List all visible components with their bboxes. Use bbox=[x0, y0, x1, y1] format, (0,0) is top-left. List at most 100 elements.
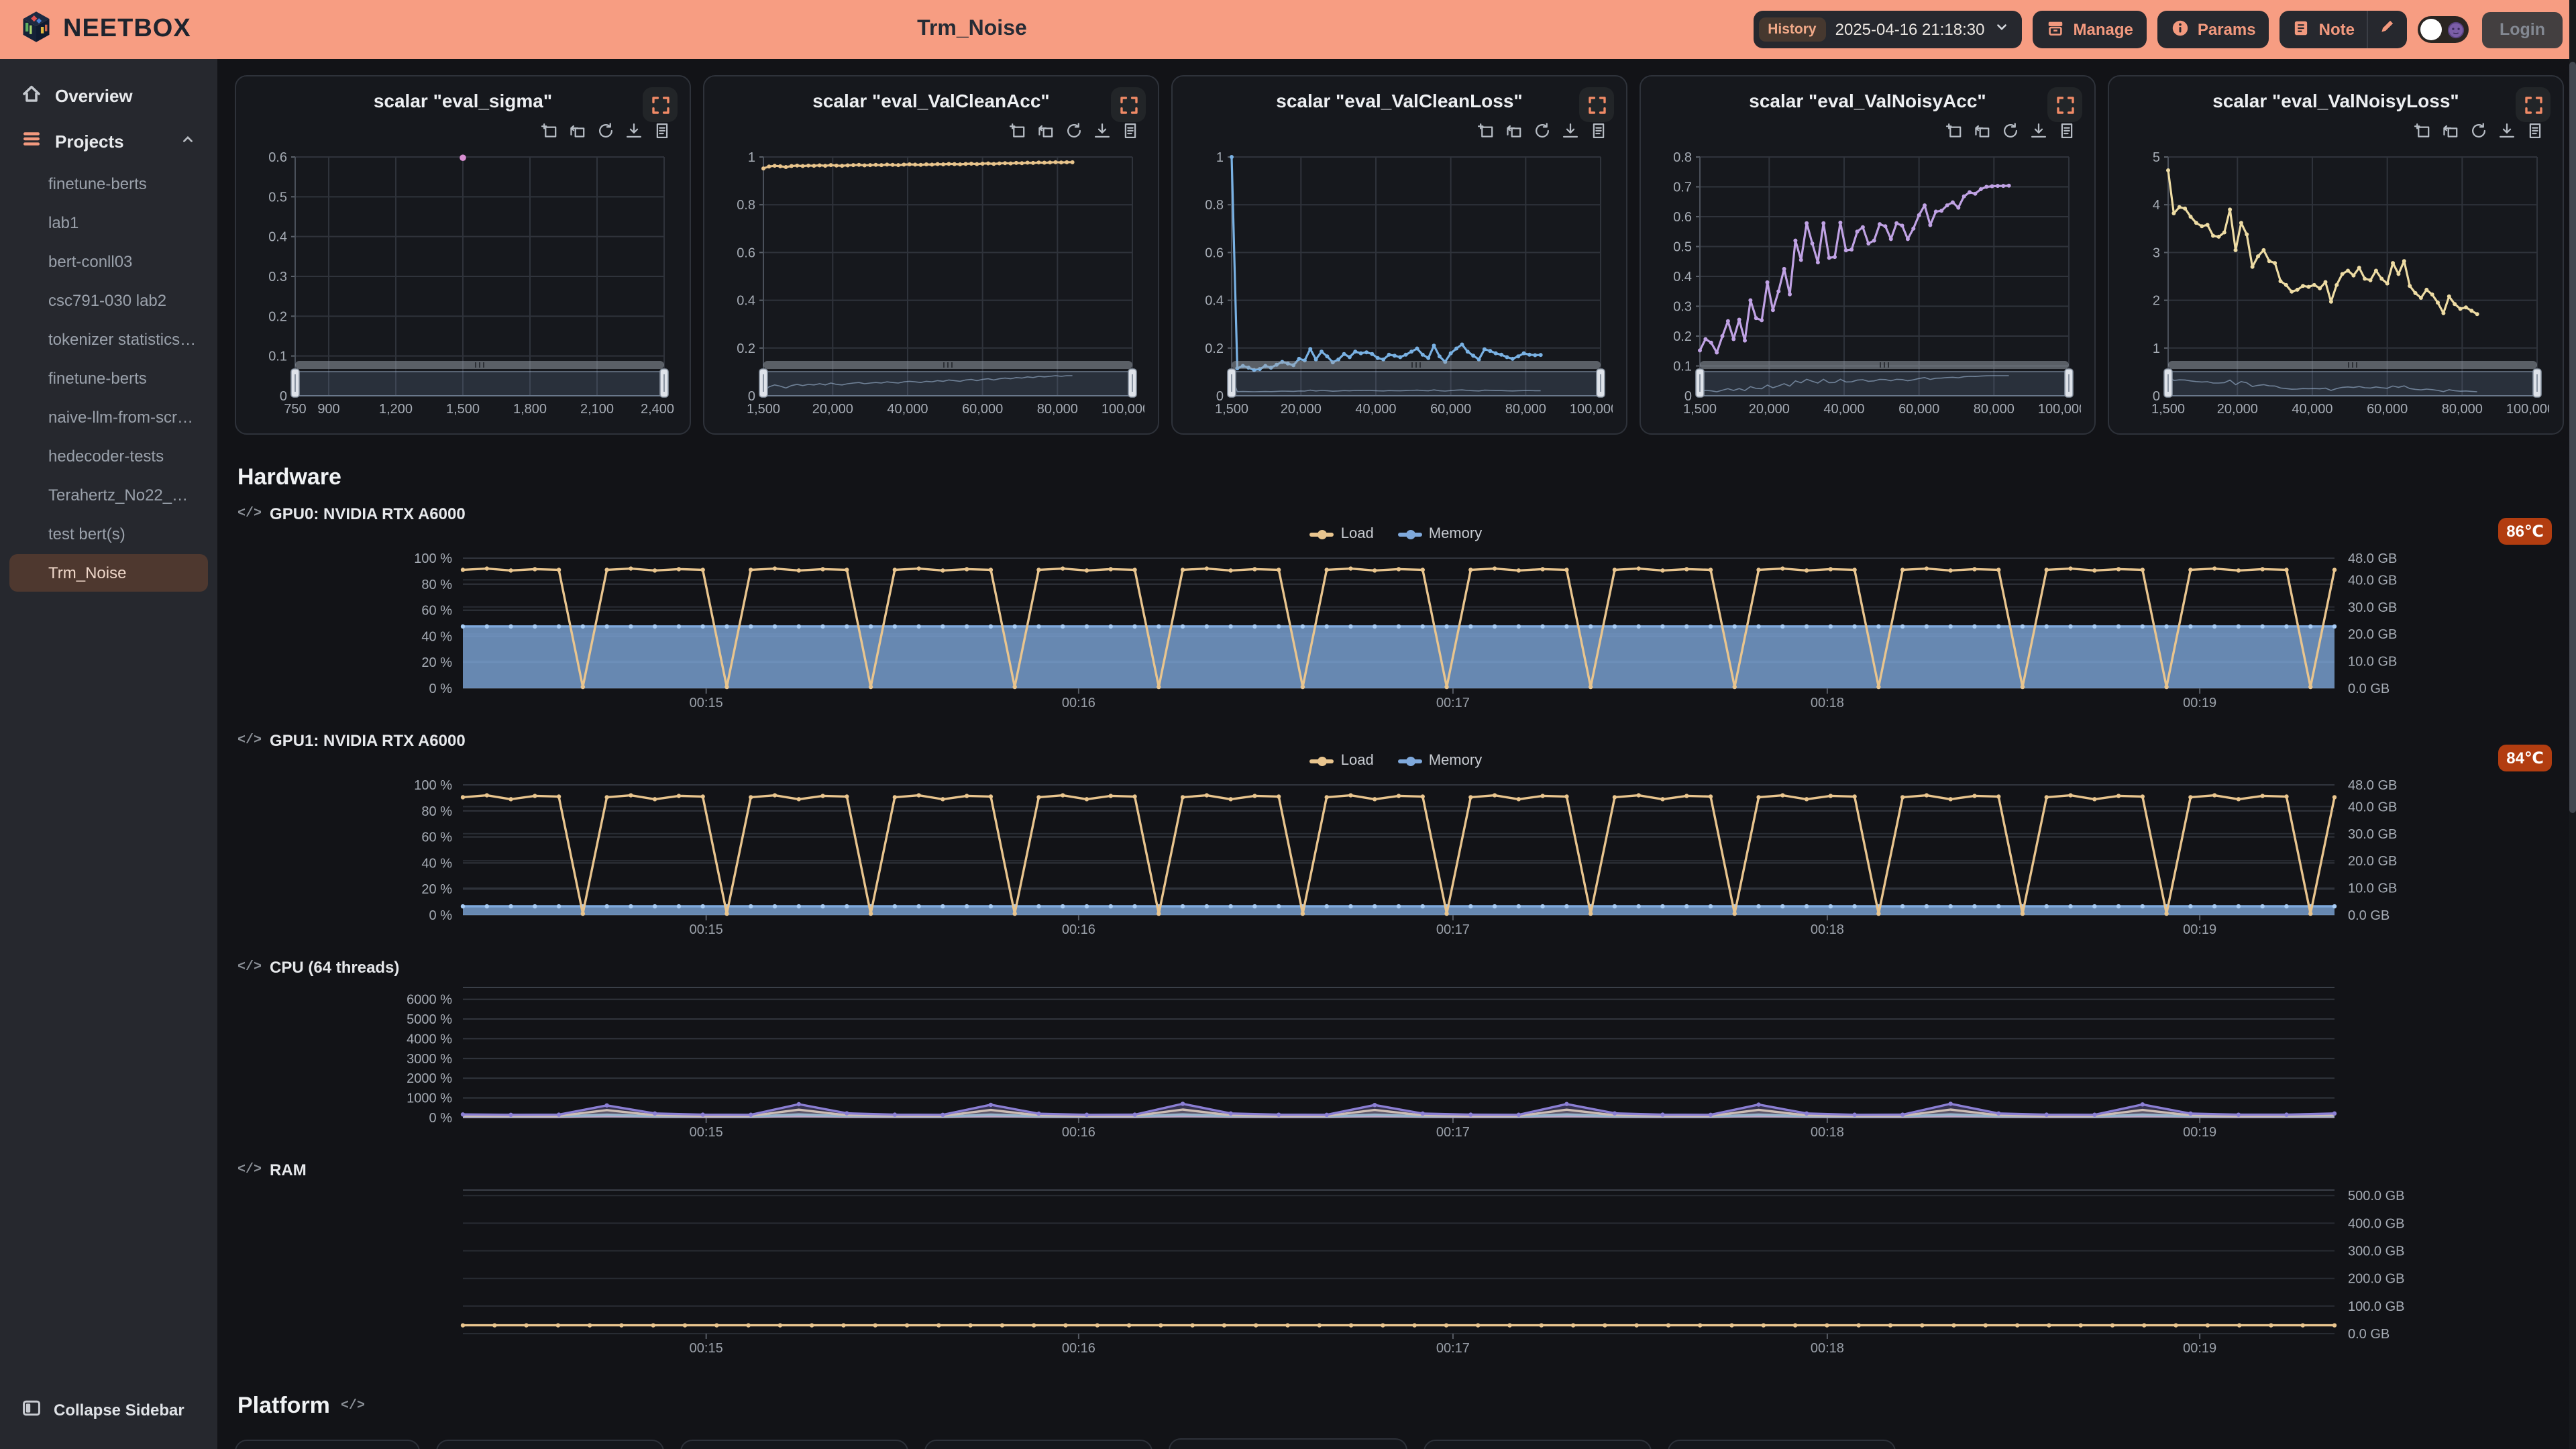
login-button[interactable]: Login bbox=[2482, 11, 2563, 48]
restore-icon[interactable] bbox=[1974, 122, 1991, 140]
right-axis-tick-label: 20.0 GB bbox=[2348, 627, 2397, 642]
legend-item-memory[interactable]: Memory bbox=[1398, 526, 1482, 542]
chart-card-head: scalar "eval_ValCleanAcc" bbox=[718, 87, 1144, 111]
note-button[interactable]: Note bbox=[2280, 18, 2367, 41]
time-tick-label: 00:19 bbox=[2183, 922, 2216, 937]
brush-window[interactable] bbox=[1700, 372, 2069, 396]
sidebar-project-item[interactable]: test bert(s) bbox=[9, 515, 208, 553]
page-scrollbar-track[interactable] bbox=[2569, 0, 2576, 1449]
legend-item-load[interactable]: Load bbox=[1310, 753, 1374, 769]
legend-item-load[interactable]: Load bbox=[1310, 526, 1374, 542]
sidebar-project-item[interactable]: finetune-berts bbox=[9, 360, 208, 397]
brush-window[interactable] bbox=[2168, 372, 2537, 396]
hardware-plot-svg: 0.0 GB10.0 GB20.0 GB30.0 GB40.0 GB48.0 G… bbox=[235, 780, 2549, 938]
refresh-icon[interactable] bbox=[2002, 122, 2019, 140]
page-scrollbar-thumb[interactable] bbox=[2569, 62, 2576, 813]
log-icon[interactable] bbox=[653, 122, 671, 140]
log-icon[interactable] bbox=[1590, 122, 1607, 140]
platform-card-python-version: Python version3.10.15 ('64bit', 'ELF') bbox=[1424, 1440, 1652, 1449]
chart-toolbar bbox=[541, 122, 671, 140]
sidebar-item-projects[interactable]: Projects bbox=[7, 118, 211, 164]
neetbox-logo[interactable]: NEETBOX bbox=[13, 9, 191, 50]
brush-window[interactable] bbox=[295, 372, 664, 396]
time-tick-label: 00:17 bbox=[1436, 696, 1470, 710]
manage-button[interactable]: Manage bbox=[2033, 11, 2147, 48]
edit-note-button[interactable] bbox=[2367, 11, 2407, 48]
brush-window[interactable] bbox=[1232, 372, 1601, 396]
download-icon[interactable] bbox=[625, 122, 643, 140]
download-icon[interactable] bbox=[2498, 122, 2516, 140]
restore-icon[interactable] bbox=[2442, 122, 2459, 140]
x-axis-tick-label: 40,000 bbox=[1823, 402, 1864, 417]
note-button-group: Note bbox=[2280, 11, 2407, 48]
refresh-icon[interactable] bbox=[597, 122, 614, 140]
download-icon[interactable] bbox=[2030, 122, 2047, 140]
refresh-icon[interactable] bbox=[2470, 122, 2487, 140]
log-icon[interactable] bbox=[2526, 122, 2544, 140]
sidebar-project-item[interactable]: Terahertz_No22_Gl261_gl... bbox=[9, 476, 208, 514]
sidebar-project-item[interactable]: naive-llm-from-scratch bbox=[9, 398, 208, 436]
zoom-box-icon[interactable] bbox=[1477, 122, 1495, 140]
restore-icon[interactable] bbox=[1037, 122, 1055, 140]
y-axis-tick-label: 4 bbox=[2153, 198, 2160, 213]
zoom-box-icon[interactable] bbox=[541, 122, 558, 140]
y-axis-tick-label: 1 bbox=[2153, 341, 2160, 356]
platform-card-python-build: Python buildmain Oct 3 2024 07:27:34 bbox=[1668, 1440, 1896, 1449]
sidebar-project-item[interactable]: finetune-berts bbox=[9, 165, 208, 203]
zoom-box-icon[interactable] bbox=[1945, 122, 1963, 140]
theme-toggle[interactable] bbox=[2418, 16, 2469, 43]
download-icon[interactable] bbox=[1093, 122, 1111, 140]
time-tick-label: 00:18 bbox=[1811, 696, 1844, 710]
log-icon[interactable] bbox=[2058, 122, 2076, 140]
chart-toolbar bbox=[1477, 122, 1607, 140]
fullscreen-button[interactable] bbox=[1579, 87, 1614, 122]
fullscreen-button[interactable] bbox=[1111, 87, 1146, 122]
download-icon[interactable] bbox=[1562, 122, 1579, 140]
sidebar-project-item[interactable]: hedecoder-tests bbox=[9, 437, 208, 475]
neetbox-app: NEETBOX Trm_Noise History 2025-04-16 21:… bbox=[0, 0, 2576, 1449]
restore-icon[interactable] bbox=[569, 122, 586, 140]
x-axis-tick-label: 1,500 bbox=[1683, 402, 1717, 417]
history-dropdown[interactable]: History 2025-04-16 21:18:30 bbox=[1753, 11, 2022, 48]
zoom-box-icon[interactable] bbox=[1009, 122, 1026, 140]
sidebar-project-item[interactable]: bert-conll03 bbox=[9, 243, 208, 280]
chart-title: scalar "eval_ValNoisyAcc" bbox=[1654, 87, 2081, 111]
sidebar-project-item[interactable]: Trm_Noise bbox=[9, 554, 208, 592]
right-axis-tick-label: 0.0 GB bbox=[2348, 1327, 2390, 1342]
refresh-icon[interactable] bbox=[1065, 122, 1083, 140]
legend-item-memory[interactable]: Memory bbox=[1398, 753, 1482, 769]
refresh-icon[interactable] bbox=[1534, 122, 1551, 140]
sidebar-project-item[interactable]: lab1 bbox=[9, 204, 208, 241]
log-icon[interactable] bbox=[1122, 122, 1139, 140]
left-axis-tick-label: 40 % bbox=[421, 629, 452, 644]
sidebar-project-item[interactable]: csc791-030 lab2 bbox=[9, 282, 208, 319]
hardware-plot-svg: 0.0 GB100.0 GB200.0 GB300.0 GB400.0 GB50… bbox=[235, 1185, 2549, 1356]
x-axis-tick-label: 80,000 bbox=[1974, 402, 2015, 417]
left-axis-tick-label: 2000 % bbox=[407, 1071, 452, 1086]
collapse-sidebar-button[interactable]: Collapse Sidebar bbox=[7, 1387, 211, 1433]
y-axis-tick-label: 0.8 bbox=[1673, 150, 1692, 165]
platform-card-head: Processor name bbox=[682, 1441, 907, 1449]
toggle-knob bbox=[2420, 19, 2442, 40]
scalar-chart-card-eval_sigma: scalar "eval_sigma"7509001,2001,5001,800… bbox=[235, 75, 691, 435]
sidebar-item-overview[interactable]: Overview bbox=[7, 72, 211, 118]
time-tick-label: 00:16 bbox=[1062, 922, 1095, 937]
left-axis-tick-label: 80 % bbox=[421, 578, 452, 592]
platform-card-sys-release-ver: Sys release ver#59~22.04.1-Ubuntu SMP PR… bbox=[1169, 1438, 1407, 1449]
chart-legend: Load Memory bbox=[235, 753, 2557, 769]
params-button[interactable]: Params bbox=[2157, 11, 2269, 48]
sidebar-project-item[interactable]: tokenizer statistics llama... bbox=[9, 321, 208, 358]
fullscreen-button[interactable] bbox=[2047, 87, 2082, 122]
restore-icon[interactable] bbox=[1505, 122, 1523, 140]
right-axis-tick-label: 0.0 GB bbox=[2348, 908, 2390, 923]
x-axis-tick-label: 40,000 bbox=[2292, 402, 2332, 417]
x-axis-tick-label: 60,000 bbox=[1898, 402, 1939, 417]
fullscreen-button[interactable] bbox=[2516, 87, 2551, 122]
time-tick-label: 00:18 bbox=[1811, 1341, 1844, 1356]
scalar-plot-svg: 1,50020,00040,00060,00080,000100,00000.1… bbox=[1654, 146, 2081, 420]
y-axis-tick-label: 1 bbox=[748, 150, 755, 165]
platform-card-head: Machine type bbox=[437, 1441, 663, 1449]
zoom-box-icon[interactable] bbox=[2414, 122, 2431, 140]
chevron-up-icon bbox=[180, 131, 196, 151]
fullscreen-button[interactable] bbox=[643, 87, 678, 122]
